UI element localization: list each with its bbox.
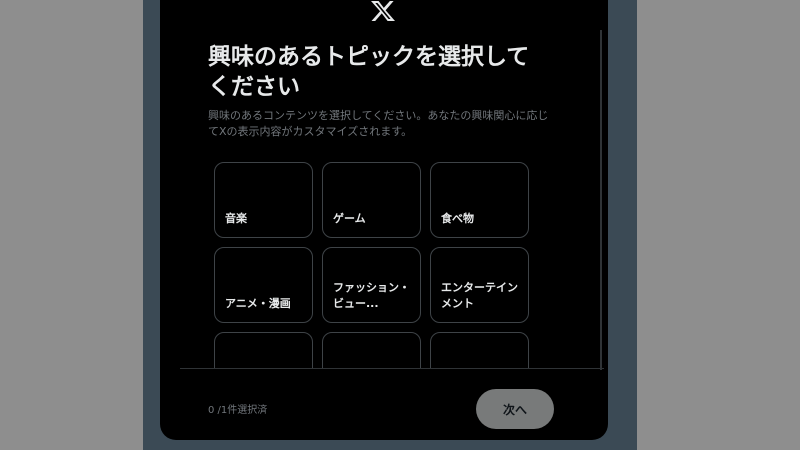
footer-divider [180,368,604,369]
topic-tile[interactable] [214,332,313,368]
topic-label: アニメ・漫画 [225,297,291,310]
topic-label: 音楽 [225,212,247,225]
page-title: 興味のあるトピックを選択してください [208,44,530,100]
x-logo-icon [371,1,395,21]
topic-label: ゲーム [333,212,366,225]
next-button[interactable]: 次へ [476,389,554,429]
topic-tile-games[interactable]: ゲーム [322,162,421,238]
topic-label: ファッション・ビュー... [333,281,410,310]
topic-tile-music[interactable]: 音楽 [214,162,313,238]
topic-tile[interactable] [322,332,421,368]
topic-label: 食べ物 [441,212,474,225]
topic-selection-dialog: 興味のあるトピックを選択してください 興味のあるコンテンツを選択してください。あ… [160,0,608,440]
selection-count: 0 /1件選択済 [208,405,268,416]
topic-tile-anime-manga[interactable]: アニメ・漫画 [214,247,313,323]
topic-tile-fashion-beauty[interactable]: ファッション・ビュー... [322,247,421,323]
topic-tile-food[interactable]: 食べ物 [430,162,529,238]
topic-tile-entertainment[interactable]: エンターテインメント [430,247,529,323]
topic-label: エンターテインメント [441,281,518,310]
page-subtitle: 興味のあるコンテンツを選択してください。あなたの興味関心に応じてXの表示内容がカ… [208,109,549,138]
scrollbar-track[interactable] [600,30,602,370]
topic-grid-viewport[interactable]: 音楽 ゲーム 食べ物 アニメ・漫画 ファッション・ビュー... エンターテインメ… [214,162,544,368]
topic-grid: 音楽 ゲーム 食べ物 アニメ・漫画 ファッション・ビュー... エンターテインメ… [214,162,544,368]
topic-tile[interactable] [430,332,529,368]
